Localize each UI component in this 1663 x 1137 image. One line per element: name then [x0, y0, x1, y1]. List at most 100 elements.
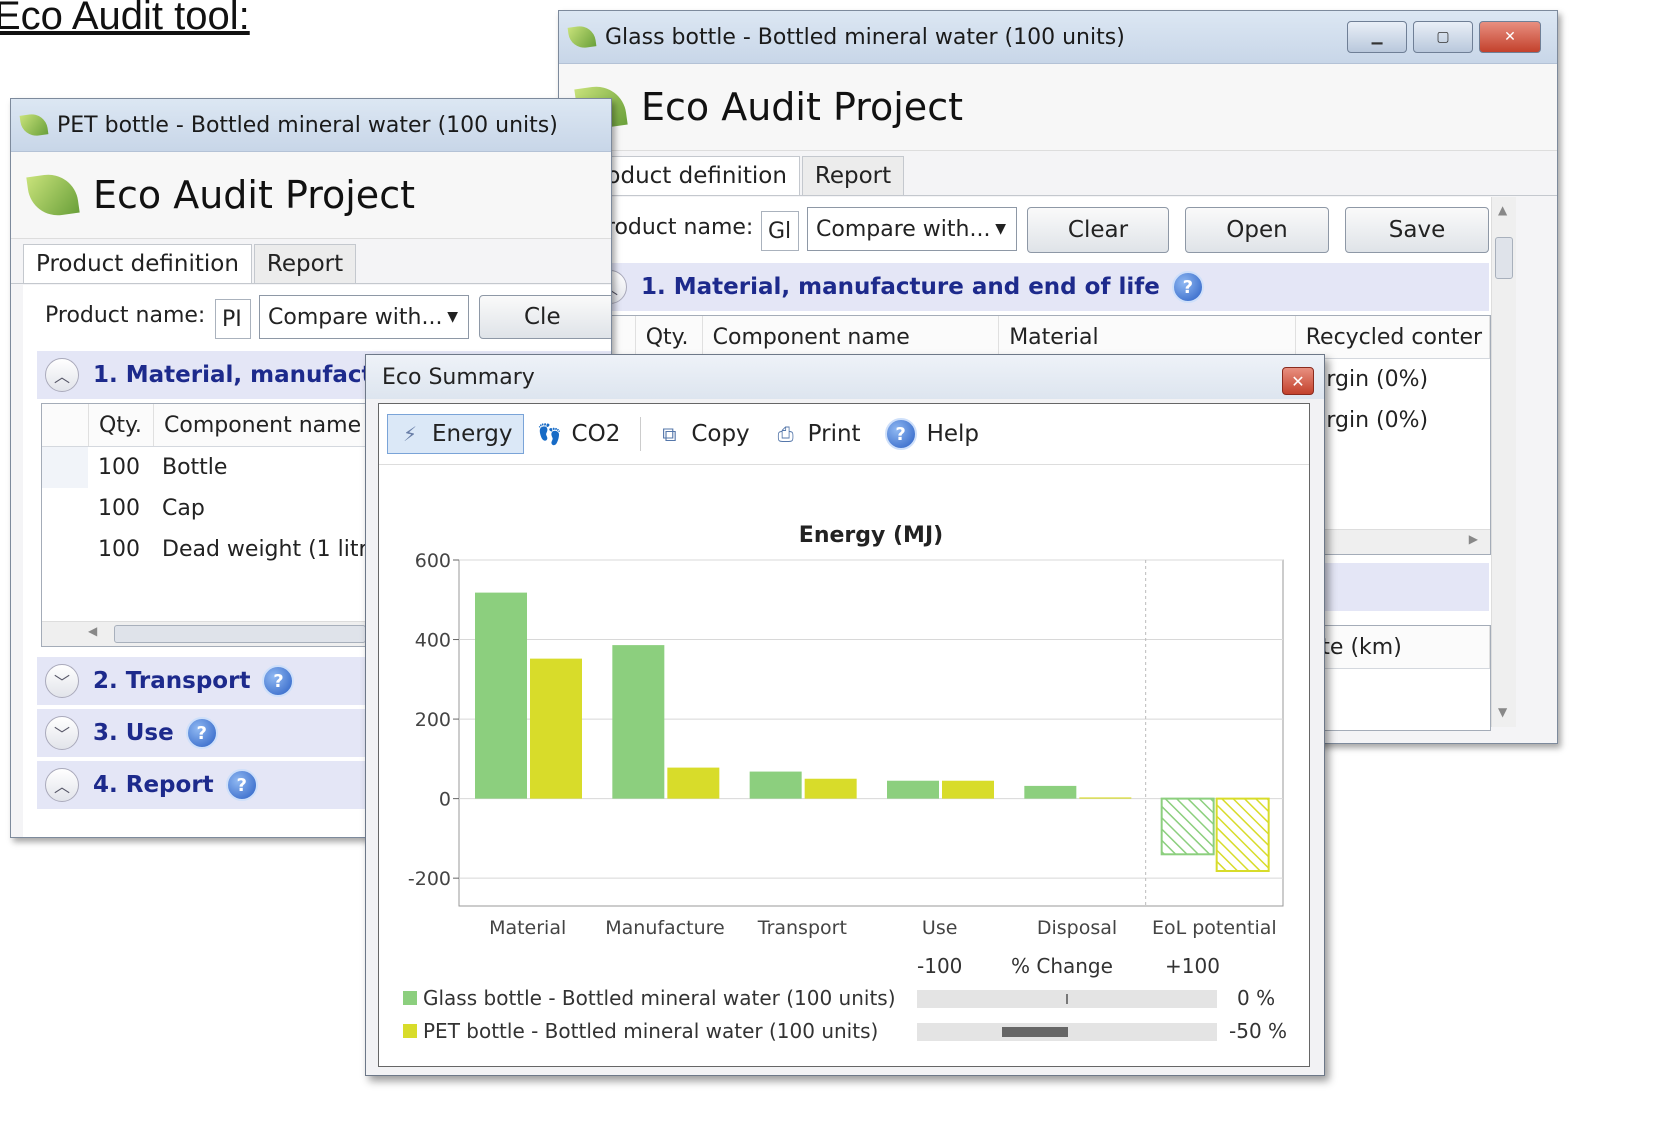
- qty-cell[interactable]: 100: [88, 447, 152, 488]
- help-icon[interactable]: ?: [185, 717, 218, 749]
- help-icon[interactable]: ?: [262, 665, 295, 697]
- tab-report[interactable]: Report: [801, 156, 905, 195]
- dialog-body: ⚡ Energy 👣 CO2 ⧉ Copy ⎙ Print ? Help Ene…: [378, 403, 1310, 1067]
- y-tick-label: 200: [415, 709, 451, 731]
- pct-change-fill: [1066, 994, 1068, 1004]
- compare-with-dropdown[interactable]: Compare with... ▼: [259, 295, 469, 339]
- compare-with-dropdown[interactable]: Compare with... ▼: [807, 207, 1017, 251]
- copy-label: Copy: [691, 421, 750, 447]
- legend-swatch: [403, 1024, 417, 1038]
- pet-project-header: Eco Audit Project: [11, 152, 611, 239]
- minimize-button[interactable]: ▁: [1347, 21, 1407, 53]
- section-material-bar[interactable]: ︿ 1. Material, manufacture and end of li…: [585, 263, 1489, 311]
- printer-icon: ⎙: [777, 422, 794, 446]
- pet-window-title: PET bottle - Bottled mineral water (100 …: [57, 112, 558, 138]
- tab-product-definition[interactable]: Product definition: [23, 244, 252, 283]
- arrow-down-icon[interactable]: ▼: [1498, 705, 1507, 719]
- summary-toolbar: ⚡ Energy 👣 CO2 ⧉ Copy ⎙ Print ? Help: [379, 404, 1309, 465]
- vertical-scrollbar[interactable]: ▲ ▼: [1491, 197, 1516, 727]
- bar-pet-manufacture: [667, 767, 720, 799]
- section-material-label: 1. Material, manufacture and end of life: [641, 274, 1160, 300]
- section-transport-label: 2. Transport: [93, 668, 251, 694]
- footprint-icon: 👣: [537, 422, 562, 446]
- save-button[interactable]: Save: [1345, 207, 1489, 253]
- col-distance[interactable]: te (km): [1311, 626, 1490, 668]
- y-tick-label: 600: [415, 550, 451, 572]
- glass-window-title: Glass bottle - Bottled mineral water (10…: [605, 24, 1125, 50]
- legend-label: PET bottle - Bottled mineral water (100 …: [423, 1019, 879, 1043]
- chevron-down-icon: ▼: [995, 221, 1006, 237]
- bar-glass-disposal: [1024, 785, 1077, 799]
- pct-axis-label: % Change: [1011, 954, 1113, 978]
- eco-summary-dialog: Eco Summary ✕ ⚡ Energy 👣 CO2 ⧉ Copy ⎙ Pr…: [365, 354, 1325, 1076]
- product-name-label: Product name:: [45, 303, 206, 328]
- glass-titlebar: Glass bottle - Bottled mineral water (10…: [559, 11, 1557, 64]
- page-heading: Eco Audit tool:: [0, 0, 250, 38]
- pct-change-value: 0 %: [1237, 986, 1276, 1010]
- legend-label: Glass bottle - Bottled mineral water (10…: [423, 986, 896, 1010]
- legend-swatch: [403, 991, 417, 1005]
- bar-glass-manufacture: [612, 645, 665, 799]
- x-tick-label: Manufacture: [605, 917, 724, 939]
- col-material[interactable]: Material: [999, 316, 1296, 358]
- chart-title: Energy (MJ): [799, 523, 943, 548]
- scroll-thumb[interactable]: [114, 625, 366, 643]
- close-icon[interactable]: ✕: [1282, 367, 1314, 395]
- section-use-label: 3. Use: [93, 720, 174, 746]
- co2-button[interactable]: 👣 CO2: [528, 415, 631, 453]
- arrow-up-icon[interactable]: ▲: [1498, 203, 1507, 217]
- col-recycled-content[interactable]: Recycled conter: [1296, 316, 1490, 358]
- bar-pet-material: [530, 658, 582, 799]
- energy-button[interactable]: ⚡ Energy: [387, 414, 524, 454]
- pet-project-title: Eco Audit Project: [93, 173, 415, 217]
- product-name-input[interactable]: Gl: [761, 211, 799, 251]
- row-header-corner: [42, 404, 89, 446]
- arrow-left-icon[interactable]: ◀: [88, 624, 97, 638]
- bar-glass-material: [475, 592, 527, 799]
- chevron-up-icon[interactable]: ︿: [45, 768, 79, 802]
- plot-frame: [458, 559, 1284, 907]
- help-icon[interactable]: ?: [225, 769, 258, 801]
- x-tick-label: EoL potential: [1152, 917, 1277, 939]
- arrow-right-icon[interactable]: ▶: [1469, 532, 1478, 546]
- pct-change-bar: [917, 1023, 1217, 1041]
- copy-button[interactable]: ⧉ Copy: [647, 415, 759, 453]
- energy-label: Energy: [432, 421, 513, 447]
- section-report-label: 4. Report: [93, 772, 214, 798]
- qty-cell[interactable]: 100: [88, 529, 152, 570]
- help-icon[interactable]: ?: [1171, 271, 1204, 303]
- pct-axis-minus: -100: [917, 954, 963, 978]
- chevron-down-icon[interactable]: ﹀: [45, 664, 79, 698]
- clear-button[interactable]: Clear: [1027, 207, 1169, 253]
- bar-pet-eol-potential: [1215, 797, 1270, 873]
- help-button[interactable]: ? Help: [875, 412, 989, 456]
- y-tick-label: -200: [408, 868, 451, 890]
- col-component-name[interactable]: Component name: [703, 316, 1000, 358]
- lightning-icon: ⚡: [402, 422, 418, 446]
- qty-cell[interactable]: 100: [88, 488, 152, 529]
- chevron-down-icon[interactable]: ﹀: [45, 716, 79, 750]
- x-tick-label: Disposal: [1037, 917, 1117, 939]
- compare-with-label: Compare with...: [268, 304, 443, 330]
- print-button[interactable]: ⎙ Print: [764, 415, 871, 453]
- x-tick-label: Use: [922, 917, 958, 939]
- open-button[interactable]: Open: [1185, 207, 1329, 253]
- scroll-thumb[interactable]: [1495, 237, 1513, 279]
- close-button[interactable]: ✕: [1479, 21, 1541, 53]
- chevron-up-icon[interactable]: ︿: [45, 358, 79, 392]
- tab-report[interactable]: Report: [253, 244, 357, 283]
- maximize-button[interactable]: ▢: [1413, 21, 1473, 53]
- col-qty[interactable]: Qty.: [636, 316, 703, 358]
- clear-button[interactable]: Cle: [479, 295, 611, 339]
- pct-change-fill: [1002, 1027, 1068, 1037]
- y-tick-label: 400: [415, 630, 451, 652]
- x-tick-label: Material: [489, 917, 566, 939]
- dialog-titlebar: Eco Summary: [366, 355, 1324, 399]
- product-name-label: Product name:: [593, 215, 754, 240]
- glass-project-title: Eco Audit Project: [641, 85, 963, 129]
- bar-glass-use: [887, 780, 939, 799]
- copy-icon: ⧉: [662, 422, 677, 446]
- pet-tabs: Product definition Report: [11, 239, 611, 284]
- product-name-input[interactable]: PI: [215, 299, 251, 339]
- col-qty[interactable]: Qty.: [89, 404, 154, 446]
